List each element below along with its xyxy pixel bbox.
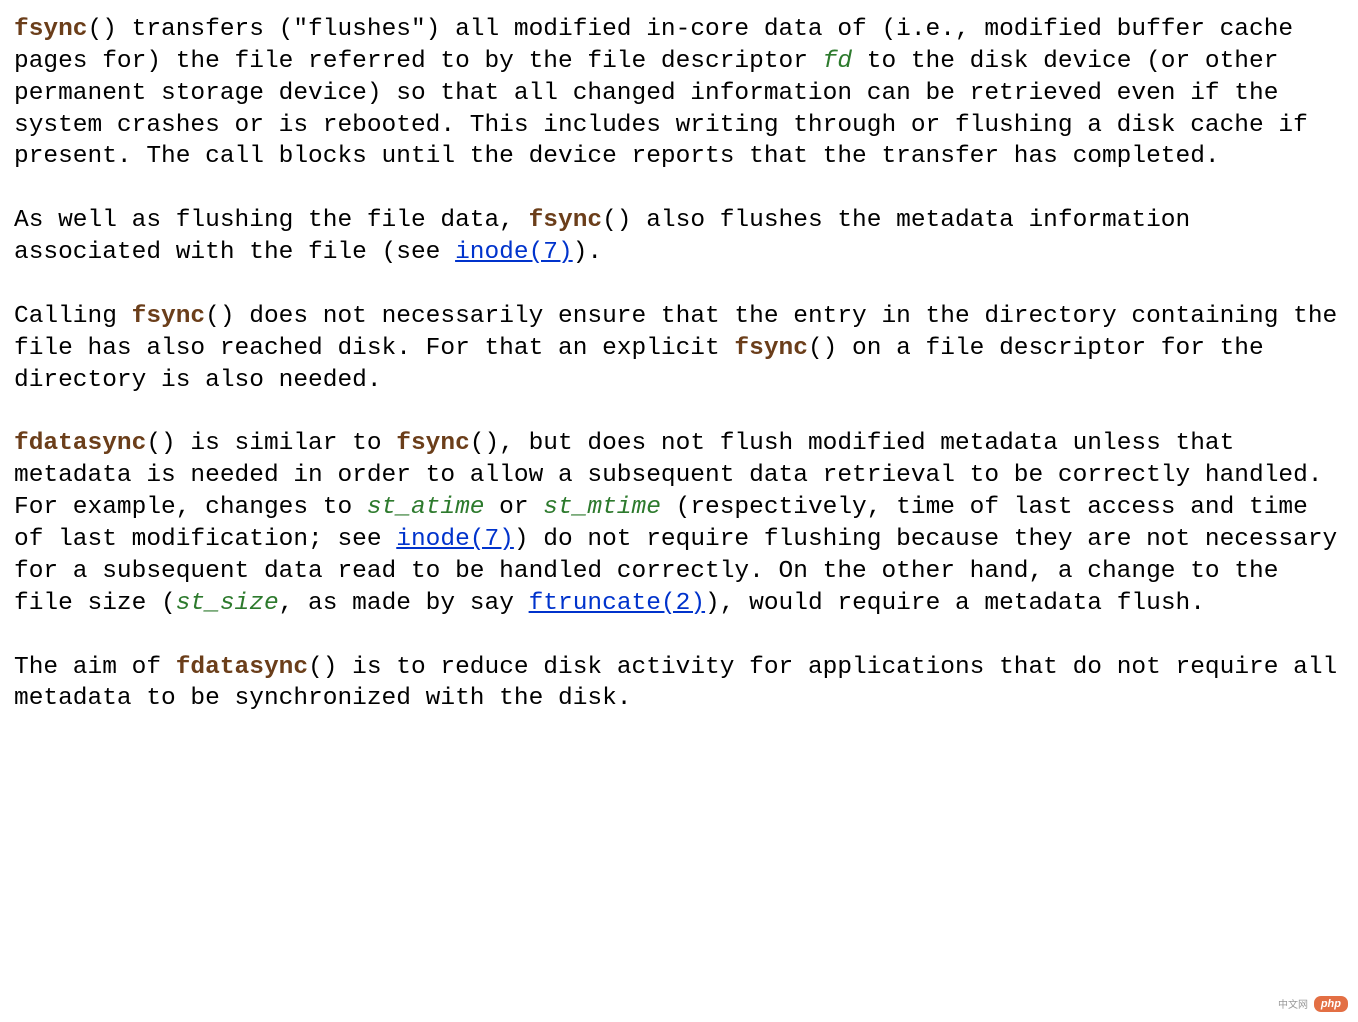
text: The aim of bbox=[14, 654, 176, 681]
watermark-cn-icon: 中文网 bbox=[1278, 999, 1308, 1012]
func-fdatasync: fdatasync bbox=[176, 654, 308, 681]
text: ). bbox=[573, 239, 602, 266]
func-fsync: fsync bbox=[529, 207, 603, 234]
paragraph-4: fdatasync() is similar to fsync(), but d… bbox=[14, 428, 1344, 619]
func-fsync: fsync bbox=[734, 335, 808, 362]
func-fsync: fsync bbox=[14, 16, 88, 43]
paragraph-3: Calling fsync() does not necessarily ens… bbox=[14, 301, 1344, 397]
text: or bbox=[484, 494, 543, 521]
func-fdatasync: fdatasync bbox=[14, 430, 146, 457]
paragraph-1: fsync() transfers ("flushes") all modifi… bbox=[14, 14, 1344, 173]
text: Calling bbox=[14, 303, 132, 330]
text: , as made by say bbox=[279, 590, 529, 617]
field-st-atime: st_atime bbox=[367, 494, 485, 521]
paragraph-2: As well as flushing the file data, fsync… bbox=[14, 205, 1344, 269]
func-fsync: fsync bbox=[396, 430, 470, 457]
field-st-mtime: st_mtime bbox=[543, 494, 661, 521]
text: () is similar to bbox=[146, 430, 396, 457]
arg-fd: fd bbox=[823, 48, 852, 75]
link-ftruncate-2[interactable]: ftruncate(2) bbox=[529, 590, 705, 617]
watermark-php-icon: php bbox=[1314, 996, 1348, 1012]
text: As well as flushing the file data, bbox=[14, 207, 529, 234]
text: ), would require a metadata flush. bbox=[705, 590, 1205, 617]
link-inode-7[interactable]: inode(7) bbox=[396, 526, 514, 553]
link-inode-7[interactable]: inode(7) bbox=[455, 239, 573, 266]
paragraph-5: The aim of fdatasync() is to reduce disk… bbox=[14, 652, 1344, 716]
field-st-size: st_size bbox=[176, 590, 279, 617]
func-fsync: fsync bbox=[132, 303, 206, 330]
